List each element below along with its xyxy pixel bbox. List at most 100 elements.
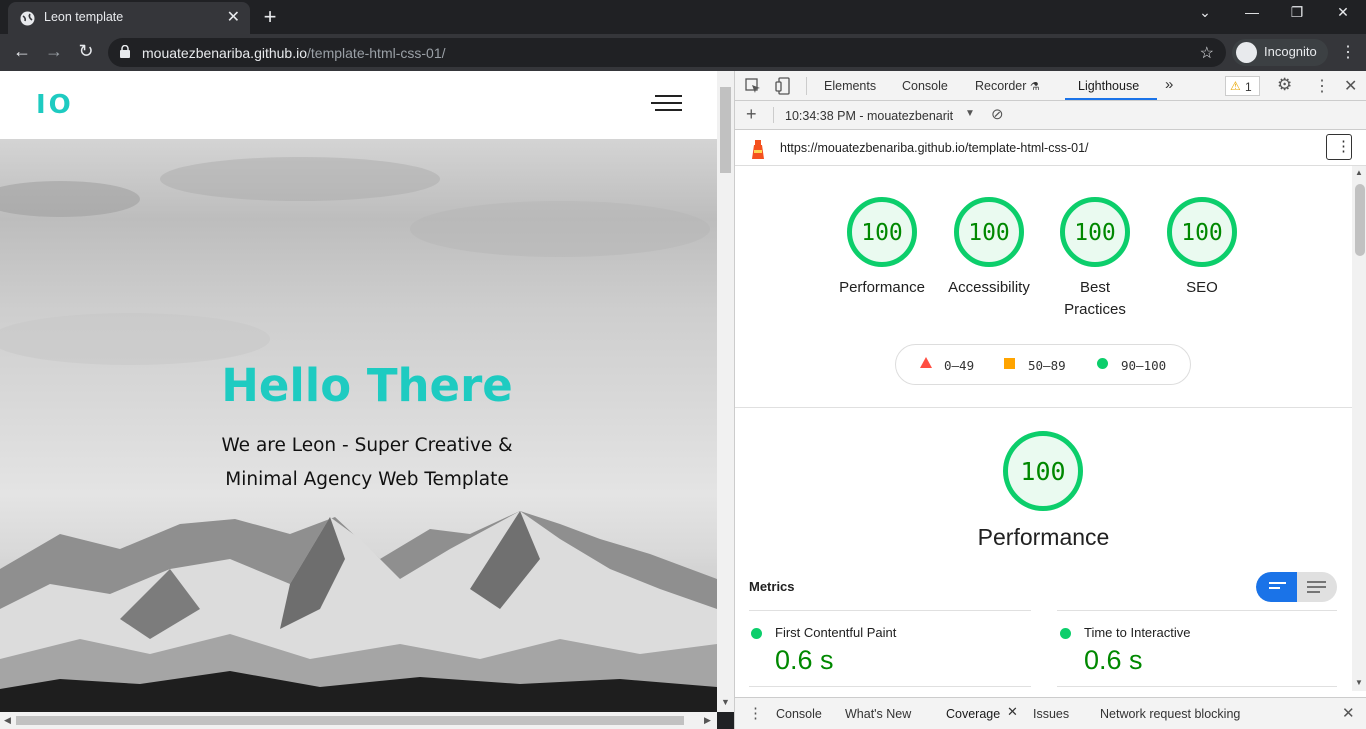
metrics-heading: Metrics <box>749 579 795 594</box>
separator <box>806 77 807 95</box>
close-devtools-icon[interactable]: ✕ <box>1344 76 1357 96</box>
devtools-panel: Elements Console Recorder ⚗ Lighthouse »… <box>734 71 1366 729</box>
report-options-button[interactable]: ⋮ <box>1326 134 1352 160</box>
drawer-tab-coverage[interactable]: Coverage <box>946 707 1000 721</box>
issues-warning-badge[interactable]: ⚠ 1 <box>1225 76 1260 96</box>
performance-score: 100 <box>1020 457 1066 486</box>
drawer-menu-icon[interactable]: ⋮ <box>748 704 763 722</box>
separator <box>773 107 774 123</box>
gauge-label: Best Practices <box>1064 279 1126 318</box>
close-drawer-icon[interactable]: ✕ <box>1342 704 1355 722</box>
legend-pass: 90–100 <box>1121 358 1167 373</box>
lighthouse-toolbar: + 10:34:38 PM - mouatezbenarit ▼ ⊘ <box>735 101 1366 130</box>
hamburger-menu-icon[interactable] <box>651 95 682 111</box>
incognito-label: Incognito <box>1264 44 1317 59</box>
gauge-best-practices[interactable]: 100 <box>1060 197 1130 267</box>
close-tab-icon[interactable]: ✕ <box>227 7 240 27</box>
horizontal-scroll-thumb[interactable] <box>16 716 684 725</box>
forward-icon[interactable]: → <box>43 41 65 62</box>
tab-elements[interactable]: Elements <box>824 79 876 93</box>
warning-icon: ⚠ <box>1230 79 1241 93</box>
gauge-performance[interactable]: 100 <box>847 197 917 267</box>
hero-title: Hello There <box>221 359 513 412</box>
legend-average: 50–89 <box>1028 358 1066 373</box>
incognito-badge[interactable]: Incognito <box>1232 39 1328 66</box>
tab-search-icon[interactable]: ⌄ <box>1190 4 1220 21</box>
score-value: 100 <box>968 220 1010 246</box>
mountain-background-image <box>0 157 717 712</box>
legend-fail: 0–49 <box>944 358 975 373</box>
fail-triangle-icon <box>920 357 932 368</box>
close-window-icon[interactable]: ✕ <box>1328 4 1358 21</box>
hero-section: Hello There We are Leon - Super Creative… <box>0 139 717 712</box>
new-report-icon[interactable]: + <box>746 104 757 125</box>
expanded-view-button[interactable] <box>1256 572 1297 602</box>
scroll-left-icon[interactable]: ◀ <box>4 715 11 726</box>
tab-lighthouse[interactable]: Lighthouse <box>1078 79 1139 93</box>
scroll-up-icon[interactable]: ▲ <box>1355 168 1363 177</box>
hero-subtitle-line-1: We are Leon - Super Creative & <box>221 435 513 456</box>
scroll-down-icon[interactable]: ▼ <box>1355 678 1363 687</box>
url-text: mouatezbenariba.github.io/template-html-… <box>142 45 446 61</box>
address-bar[interactable]: mouatezbenariba.github.io/template-html-… <box>108 38 1226 67</box>
devtools-menu-icon[interactable]: ⋮ <box>1314 76 1330 96</box>
score-value: 100 <box>1181 220 1223 246</box>
devtools-tab-bar: Elements Console Recorder ⚗ Lighthouse »… <box>735 71 1366 101</box>
gauge-seo[interactable]: 100 <box>1167 197 1237 267</box>
minimize-icon[interactable]: — <box>1237 4 1267 20</box>
restore-icon[interactable]: ❐ <box>1282 4 1312 21</box>
browser-menu-icon[interactable]: ⋮ <box>1340 42 1356 62</box>
back-icon[interactable]: ← <box>11 41 33 62</box>
metric-value: 0.6 s <box>775 645 834 675</box>
close-coverage-icon[interactable]: ✕ <box>1007 704 1018 720</box>
more-tabs-icon[interactable]: » <box>1165 76 1173 93</box>
inspect-element-icon[interactable] <box>745 78 761 94</box>
pass-dot-icon <box>1060 628 1071 639</box>
lighthouse-logo-icon <box>752 140 764 159</box>
settings-gear-icon[interactable]: ⚙ <box>1277 75 1292 95</box>
divider <box>735 407 1352 408</box>
new-tab-icon[interactable]: + <box>259 4 281 30</box>
dropdown-arrow-icon: ▼ <box>965 108 975 119</box>
tab-console[interactable]: Console <box>902 79 948 93</box>
bookmark-star-icon[interactable]: ☆ <box>1200 43 1214 63</box>
report-scrollbar[interactable]: ▲ ▼ <box>1352 166 1366 691</box>
lighthouse-report: 100 100 100 100 Performance Accessibilit… <box>735 166 1352 691</box>
tab-recorder[interactable]: Recorder ⚗ <box>975 79 1040 93</box>
globe-icon <box>20 11 35 26</box>
list-view-button[interactable] <box>1297 572 1337 602</box>
metric-name: First Contentful Paint <box>775 625 897 640</box>
incognito-icon <box>1236 42 1257 63</box>
tab-strip: Leon template ✕ + ⌄ — ❐ ✕ <box>0 0 1366 34</box>
site-header: IO <box>0 71 717 139</box>
clear-reports-icon[interactable]: ⊘ <box>991 105 1004 123</box>
gauge-accessibility[interactable]: 100 <box>954 197 1024 267</box>
metrics-view-toggle[interactable] <box>1256 572 1337 602</box>
devtools-drawer: ⋮ Console What's New Coverage ✕ Issues N… <box>735 697 1366 729</box>
metric-divider <box>1057 610 1337 611</box>
lock-icon <box>120 45 130 58</box>
drawer-tab-network-request-blocking[interactable]: Network request blocking <box>1100 707 1240 721</box>
drawer-tab-issues[interactable]: Issues <box>1033 707 1069 721</box>
page-vertical-scrollbar[interactable]: ▼ <box>717 71 734 712</box>
site-logo[interactable]: IO <box>36 90 74 120</box>
gauge-label: Performance <box>839 279 925 296</box>
browser-tab[interactable]: Leon template ✕ <box>8 2 250 34</box>
score-legend: 0–49 50–89 90–100 <box>895 344 1191 385</box>
vertical-dots-icon: ⋮ <box>1336 138 1351 155</box>
horizontal-scrollbar[interactable]: ◀ ▶ <box>0 712 717 729</box>
report-select[interactable]: 10:34:38 PM - mouatezbenarit ▼ <box>785 107 975 125</box>
drawer-tab-whats-new[interactable]: What's New <box>845 707 911 721</box>
device-toolbar-icon[interactable] <box>775 77 791 95</box>
report-url-bar: https://mouatezbenariba.github.io/templa… <box>735 130 1366 166</box>
active-tab-indicator <box>1065 98 1157 100</box>
drawer-tab-console[interactable]: Console <box>776 707 822 721</box>
report-url[interactable]: https://mouatezbenariba.github.io/templa… <box>780 141 1089 155</box>
report-scroll-thumb[interactable] <box>1355 184 1365 256</box>
metric-name: Time to Interactive <box>1084 625 1191 640</box>
warning-count: 1 <box>1245 80 1252 94</box>
scroll-right-icon[interactable]: ▶ <box>704 715 711 726</box>
reload-icon[interactable]: ↻ <box>75 41 97 62</box>
scroll-down-icon[interactable]: ▼ <box>721 697 730 707</box>
vertical-scroll-thumb[interactable] <box>720 87 731 173</box>
